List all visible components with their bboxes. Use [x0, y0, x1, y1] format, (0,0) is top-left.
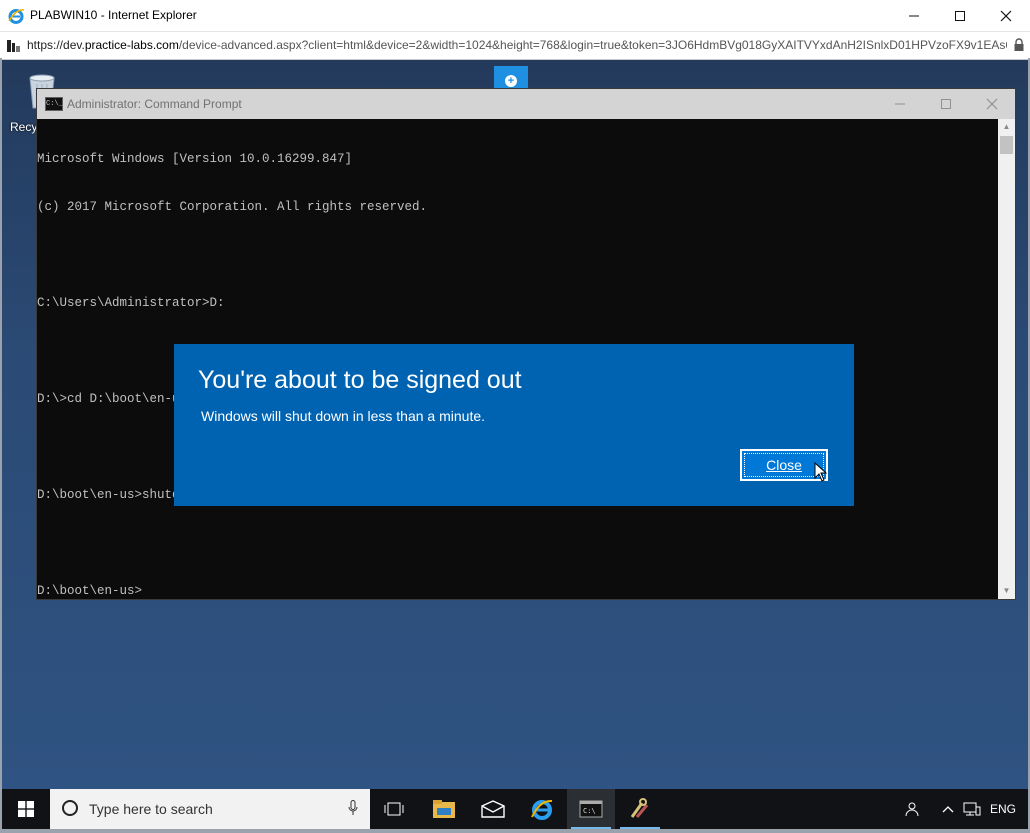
- console-line: Microsoft Windows [Version 10.0.16299.84…: [37, 152, 353, 166]
- signout-dialog: You're about to be signed out Windows wi…: [174, 344, 854, 506]
- console-line: (c) 2017 Microsoft Corporation. All righ…: [37, 200, 428, 214]
- browser-frame-bottom: [0, 829, 1030, 833]
- maximize-button[interactable]: [937, 0, 983, 31]
- cmd-close-button[interactable]: [969, 89, 1015, 119]
- vertical-scrollbar[interactable]: ▲ ▼: [998, 119, 1015, 599]
- dialog-message: Windows will shut down in less than a mi…: [201, 408, 486, 424]
- scroll-down-arrow-icon[interactable]: ▼: [998, 583, 1015, 599]
- maximize-icon: [941, 99, 951, 109]
- show-hidden-icons-button[interactable]: [938, 789, 958, 829]
- minimize-button[interactable]: [891, 0, 937, 31]
- file-explorer-button[interactable]: [420, 789, 468, 829]
- internet-explorer-icon: [8, 9, 25, 24]
- mail-icon: [481, 800, 505, 818]
- maximize-icon: [955, 10, 965, 21]
- close-button-label: Close: [766, 457, 802, 473]
- chevron-up-icon: [942, 806, 954, 813]
- task-view-icon: [384, 802, 404, 816]
- minimize-icon: [909, 15, 919, 16]
- cmd-maximize-button[interactable]: [923, 89, 969, 119]
- language-indicator[interactable]: ENG: [988, 789, 1018, 829]
- internet-explorer-icon: [531, 799, 553, 820]
- search-icon: [62, 800, 78, 816]
- browser-titlebar: PLABWIN10 - Internet Explorer: [0, 0, 1030, 31]
- close-window-button[interactable]: [983, 0, 1029, 31]
- command-prompt-taskbar-button[interactable]: C:\: [567, 789, 615, 829]
- network-button[interactable]: [960, 789, 984, 829]
- cmd-title: Administrator: Command Prompt: [67, 97, 242, 111]
- scroll-up-arrow-icon[interactable]: ▲: [998, 119, 1015, 135]
- url-path: /device-advanced.aspx?client=html&device…: [178, 38, 1007, 52]
- scroll-thumb[interactable]: [1000, 136, 1013, 154]
- url-prefix: https://dev.: [27, 38, 85, 52]
- lock-icon[interactable]: [1013, 38, 1025, 52]
- folder-icon: [433, 800, 455, 818]
- internet-explorer-taskbar-button[interactable]: [518, 789, 566, 829]
- minimize-icon: [895, 103, 905, 105]
- dialog-title: You're about to be signed out: [198, 366, 522, 394]
- browser-title: PLABWIN10 - Internet Explorer: [30, 8, 197, 22]
- remote-desktop: Recy + C:\_ Administrator: Command Promp…: [2, 60, 1028, 789]
- windows-logo-icon: [18, 801, 34, 817]
- microphone-icon[interactable]: [348, 800, 358, 816]
- site-icon: [7, 40, 20, 52]
- mouse-cursor-icon: [814, 462, 828, 482]
- svg-text:C:\: C:\: [583, 807, 596, 815]
- search-placeholder: Type here to search: [89, 801, 213, 817]
- task-view-button[interactable]: [370, 789, 418, 829]
- close-icon: [986, 98, 998, 110]
- cmd-titlebar[interactable]: C:\_ Administrator: Command Prompt: [37, 89, 1015, 119]
- browser-frame-left: [0, 58, 2, 833]
- start-button[interactable]: [2, 789, 50, 829]
- console-prompt-line: D:\boot\en-us>: [37, 584, 143, 598]
- plus-icon: +: [505, 75, 517, 87]
- network-icon: [963, 802, 981, 816]
- address-bar[interactable]: https://dev.practice-labs.com/device-adv…: [0, 31, 1030, 60]
- mail-button[interactable]: [469, 789, 517, 829]
- cmd-minimize-button[interactable]: [877, 89, 923, 119]
- url-text[interactable]: https://dev.practice-labs.com/device-adv…: [27, 38, 1007, 52]
- url-domain: practice-labs.com: [84, 38, 179, 52]
- console-line: C:\Users\Administrator>D:: [37, 296, 225, 310]
- taskbar-search-box[interactable]: Type here to search: [50, 789, 370, 829]
- console-icon: C:\: [579, 800, 603, 818]
- tools-icon: [630, 798, 649, 818]
- close-icon: [1000, 10, 1012, 21]
- tools-taskbar-button[interactable]: [616, 789, 664, 829]
- taskbar: Type here to search C:\ ENG: [2, 789, 1028, 829]
- people-button[interactable]: [900, 789, 926, 829]
- people-icon: [905, 802, 919, 817]
- recycle-bin-label[interactable]: Recy: [10, 120, 37, 134]
- console-icon: C:\_: [45, 97, 63, 111]
